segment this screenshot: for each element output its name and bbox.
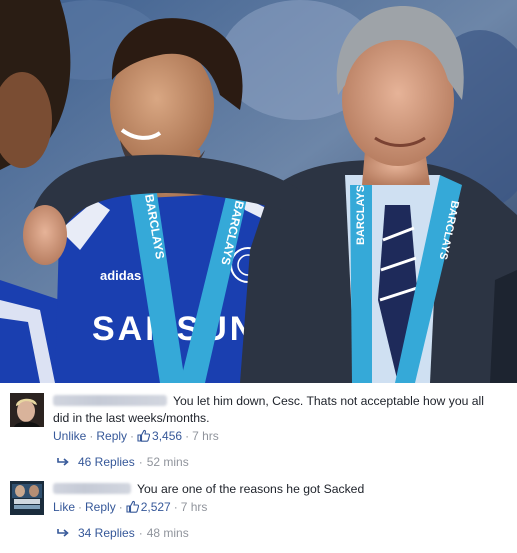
comment-body: You are one of the reasons he got Sacked <box>53 481 493 498</box>
separator: · <box>138 455 143 469</box>
like-count-value: 3,456 <box>152 429 183 443</box>
thumbs-up-icon <box>137 429 151 442</box>
comment-body: You let him down, Cesc. Thats not accept… <box>53 393 493 427</box>
comment-actions: Unlike · Reply · 3,456 · 7 hrs <box>53 429 219 443</box>
reply-link[interactable]: Reply <box>96 429 127 443</box>
like-count[interactable]: 3,456 <box>137 429 182 443</box>
replies-count-link[interactable]: 34 Replies <box>78 526 135 540</box>
reply-arrow-icon <box>57 458 69 466</box>
like-link[interactable]: Like <box>53 500 75 514</box>
separator: · <box>89 429 94 443</box>
avatar-image <box>10 393 44 427</box>
like-count[interactable]: 2,527 <box>126 500 171 514</box>
separator: · <box>138 526 143 540</box>
avatar-image <box>10 481 44 515</box>
comment-text: You are one of the reasons he got Sacked <box>137 482 365 496</box>
reply-link[interactable]: Reply <box>85 500 116 514</box>
view-replies[interactable]: 34 Replies · 48 mins <box>57 526 189 540</box>
commenter-name-blurred[interactable] <box>53 483 131 494</box>
comment-timestamp[interactable]: 7 hrs <box>192 429 219 443</box>
thumbs-up-icon <box>126 500 139 513</box>
like-count-value: 2,527 <box>140 500 171 514</box>
avatar[interactable] <box>10 481 44 515</box>
avatar[interactable] <box>10 393 44 427</box>
photo-illustration: adidas SAMSUNG BARCLAYS BARCLAYS BARCLAY… <box>0 0 517 383</box>
replies-timestamp: 52 mins <box>146 455 189 469</box>
reply-arrow-icon <box>57 529 69 537</box>
separator: · <box>185 429 190 443</box>
svg-text:adidas: adidas <box>100 268 141 283</box>
comment-actions: Like · Reply · 2,527 · 7 hrs <box>53 500 207 514</box>
unlike-link[interactable]: Unlike <box>53 429 86 443</box>
comments-section: You let him down, Cesc. Thats not accept… <box>0 383 517 553</box>
commenter-name-blurred[interactable] <box>53 395 167 406</box>
ribbon-text-3: BARCLAYS <box>355 185 367 245</box>
separator: · <box>78 500 83 514</box>
separator: · <box>130 429 135 443</box>
separator: · <box>118 500 123 514</box>
replies-timestamp: 48 mins <box>146 526 189 540</box>
post-photo[interactable]: adidas SAMSUNG BARCLAYS BARCLAYS BARCLAY… <box>0 0 517 383</box>
comment-timestamp[interactable]: 7 hrs <box>181 500 208 514</box>
replies-count-link[interactable]: 46 Replies <box>78 455 135 469</box>
separator: · <box>173 500 178 514</box>
view-replies[interactable]: 46 Replies · 52 mins <box>57 455 189 469</box>
